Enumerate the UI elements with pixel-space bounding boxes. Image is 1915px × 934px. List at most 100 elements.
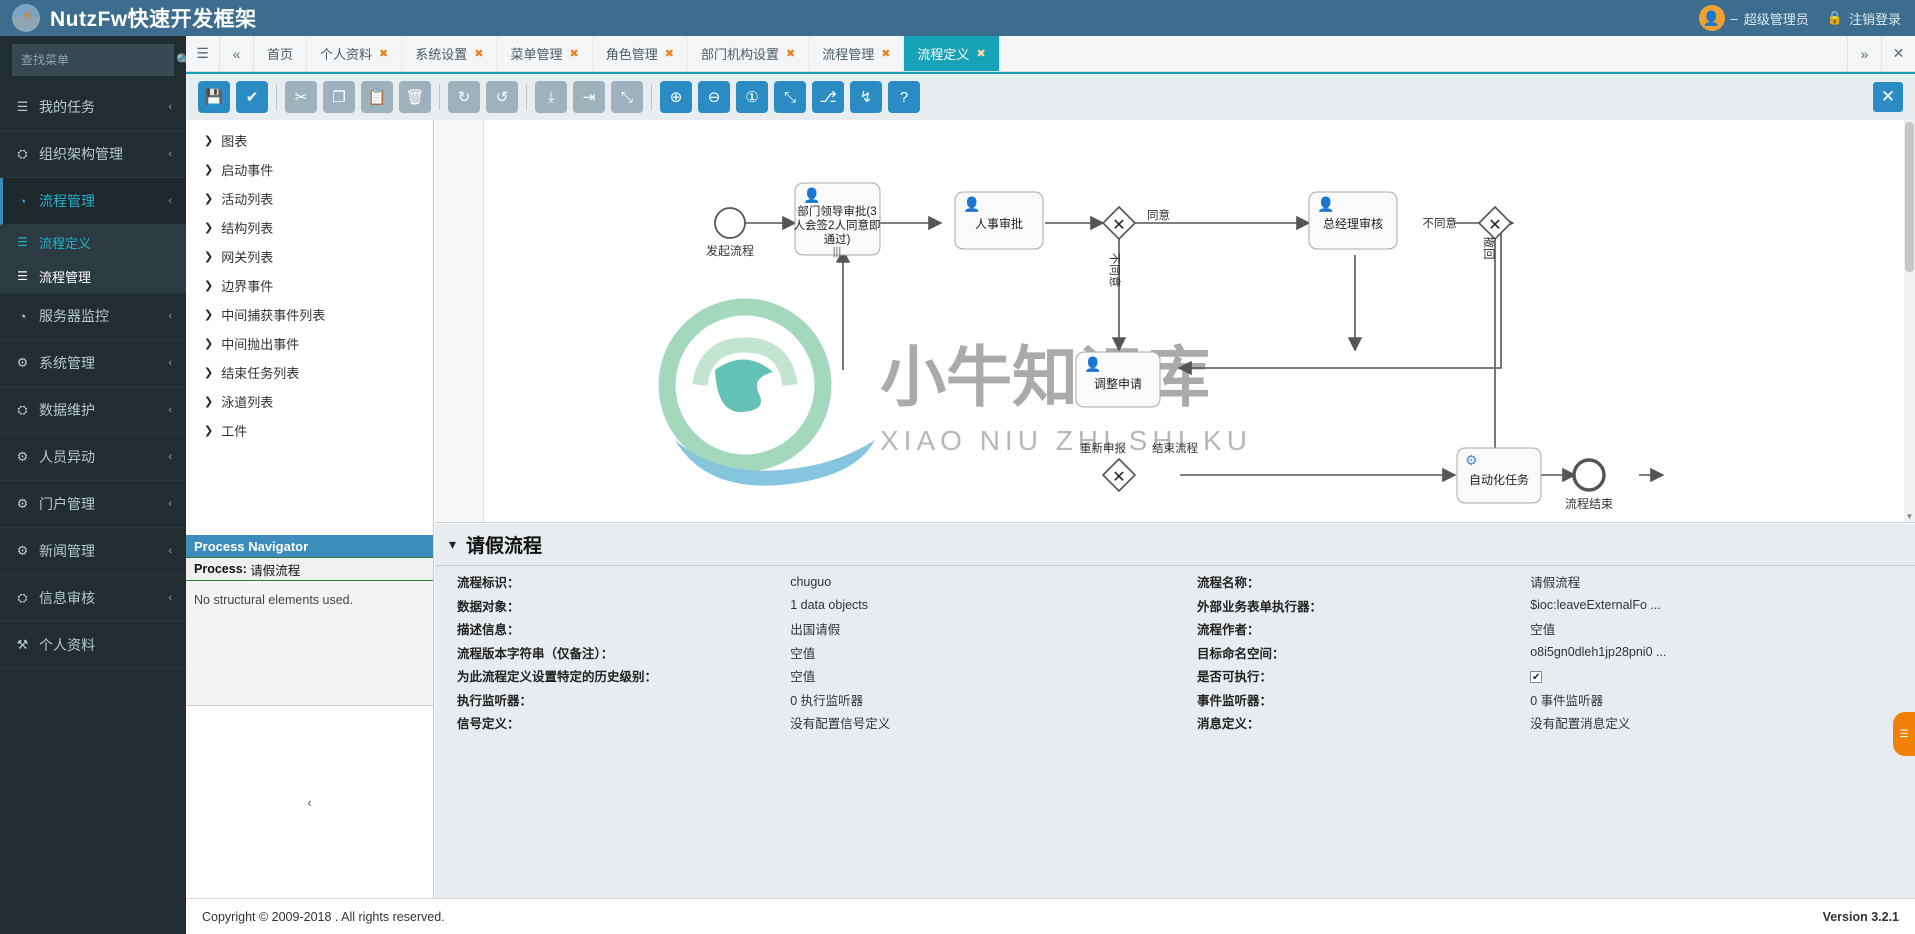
tab-4[interactable]: 角色管理 ✖ [593, 36, 688, 71]
tabs-scroll-right-button[interactable]: » [1847, 36, 1881, 71]
tab-1[interactable]: 个人资料 ✖ [307, 36, 403, 71]
sidebar-item-5[interactable]: ⛭ 数据维护 ‹ [0, 387, 186, 434]
morph-button[interactable]: ⎇ [812, 81, 844, 113]
search-input[interactable] [21, 53, 176, 67]
tab-6[interactable]: 流程管理 ✖ [809, 36, 905, 71]
zoom-fit-button[interactable]: ⤡ [774, 81, 806, 113]
sidebar-item-0[interactable]: ☰ 我的任务 ‹ [0, 84, 186, 131]
sidebar-item-3[interactable]: ◔ 服务器监控 ‹ [0, 293, 186, 340]
property-value[interactable]: 空值 [1530, 619, 1915, 638]
property-value[interactable]: chuguo [790, 575, 1175, 589]
chevron-right-icon[interactable]: ❯ [204, 337, 213, 350]
canvas-scroll-thumb[interactable] [1905, 122, 1914, 272]
properties-header[interactable]: ▾ 请假流程 [435, 524, 1915, 566]
node-gateway-2[interactable]: ✕ [1477, 205, 1513, 241]
bpmn-canvas[interactable]: 小牛知识库 XIAO NIU ZHI SHI KU 发起流程 👤 部门领导审批(… [435, 120, 1915, 523]
palette-tree-item-3[interactable]: ❯ 结构列表 [186, 213, 433, 242]
zoom-actual-button[interactable]: ① [736, 81, 768, 113]
align-horizontal-button[interactable]: ⇥ [573, 81, 605, 113]
sidebar-item-6[interactable]: ⚙ 人员异动 ‹ [0, 434, 186, 481]
tabs-close-all-button[interactable]: ✕ [1881, 36, 1915, 71]
palette-tree-item-7[interactable]: ❯ 中间抛出事件 [186, 329, 433, 358]
sidebar-item-8[interactable]: ⚙ 新闻管理 ‹ [0, 528, 186, 575]
validate-button[interactable]: ✔ [236, 81, 268, 113]
redo-button[interactable]: ↻ [448, 81, 480, 113]
property-value[interactable]: 请假流程 [1530, 572, 1915, 591]
tabs-scroll-left-button[interactable]: « [220, 36, 254, 71]
tab-close-icon[interactable]: ✖ [665, 47, 674, 60]
palette-tree-item-1[interactable]: ❯ 启动事件 [186, 155, 433, 184]
feedback-badge[interactable]: ☰ [1893, 712, 1915, 756]
chevron-right-icon[interactable]: ❯ [204, 192, 213, 205]
node-end-event[interactable] [1572, 458, 1606, 492]
tab-close-icon[interactable]: ✖ [976, 47, 985, 60]
sidebar-item-2[interactable]: ◔ 流程管理 ‹ [0, 178, 186, 225]
tab-0[interactable]: 首页 [254, 36, 308, 71]
flow-button[interactable]: ↯ [850, 81, 882, 113]
tab-close-icon[interactable]: ✖ [881, 47, 890, 60]
sidebar-subitem-0[interactable]: ☰ 流程定义 [0, 225, 186, 259]
chevron-right-icon[interactable]: ❯ [204, 395, 213, 408]
property-value[interactable]: 空值 [790, 643, 1175, 662]
tab-7[interactable]: 流程定义 ✖ [904, 36, 1000, 71]
search-box[interactable]: 🔍 [12, 44, 191, 76]
tab-close-icon[interactable]: ✖ [379, 47, 388, 60]
chevron-right-icon[interactable]: ❯ [204, 279, 213, 292]
logout-button[interactable]: 🔒 注销登录 [1827, 9, 1901, 28]
chevron-right-icon[interactable]: ❯ [204, 366, 213, 379]
save-button[interactable]: 💾 [198, 81, 230, 113]
help-button[interactable]: ? [888, 81, 920, 113]
sidebar-item-4[interactable]: ⚙ 系统管理 ‹ [0, 340, 186, 387]
resize-button[interactable]: ⤡ [611, 81, 643, 113]
zoom-in-button[interactable]: ⊕ [660, 81, 692, 113]
property-value[interactable]: $ioc:leaveExternalFo ... [1530, 598, 1915, 612]
close-editor-button[interactable]: ✕ [1873, 82, 1903, 112]
palette-tree-item-2[interactable]: ❯ 活动列表 [186, 184, 433, 213]
palette-tree-item-6[interactable]: ❯ 中间捕获事件列表 [186, 300, 433, 329]
property-value[interactable]: 出国请假 [790, 619, 1175, 638]
palette-tree-item-5[interactable]: ❯ 边界事件 [186, 271, 433, 300]
align-vertical-button[interactable]: ⤓ [535, 81, 567, 113]
chevron-right-icon[interactable]: ❯ [204, 163, 213, 176]
tab-3[interactable]: 菜单管理 ✖ [497, 36, 593, 71]
canvas-vertical-scrollbar[interactable]: ▲ ▼ [1904, 120, 1915, 522]
property-value[interactable]: ✔ [1530, 669, 1915, 683]
tab-2[interactable]: 系统设置 ✖ [402, 36, 498, 71]
paste-button[interactable]: 📋 [361, 81, 393, 113]
sidebar-item-9[interactable]: ⛭ 信息审核 ‹ [0, 575, 186, 622]
sidebar-item-10[interactable]: ⚒ 个人资料 [0, 622, 186, 669]
sidebar-subitem-1[interactable]: ☰ 流程管理 [0, 259, 186, 293]
chevron-right-icon[interactable]: ❯ [204, 424, 213, 437]
undo-button[interactable]: ↺ [486, 81, 518, 113]
bpmn-diagram[interactable]: 发起流程 👤 部门领导审批(3 人会签2人同意即 通过) ||| 👤 人事审批 … [435, 120, 1915, 520]
cut-button[interactable]: ✂ [285, 81, 317, 113]
copy-button[interactable]: ❐ [323, 81, 355, 113]
property-value[interactable]: 0 事件监听器 [1530, 690, 1915, 709]
hamburger-icon[interactable]: ☰ [186, 36, 220, 71]
property-value[interactable]: o8i5gn0dleh1jp28pni0 ... [1530, 645, 1915, 659]
property-value[interactable]: 没有配置消息定义 [1530, 713, 1915, 732]
chevron-right-icon[interactable]: ❯ [204, 308, 213, 321]
node-gateway-3[interactable]: ✕ [1101, 457, 1137, 493]
executable-checkbox[interactable]: ✔ [1530, 670, 1543, 683]
sidebar-item-7[interactable]: ⚙ 门户管理 ‹ [0, 481, 186, 528]
palette-tree-item-0[interactable]: ❯ 图表 [186, 126, 433, 155]
delete-button[interactable]: 🗑 [399, 81, 431, 113]
user-menu[interactable]: 👤 – 超级管理员 [1698, 5, 1809, 31]
sidebar-item-1[interactable]: ⛭ 组织架构管理 ‹ [0, 131, 186, 178]
chevron-right-icon[interactable]: ❯ [204, 134, 213, 147]
node-gateway-1[interactable]: ✕ [1101, 205, 1137, 241]
zoom-out-button[interactable]: ⊖ [698, 81, 730, 113]
tab-close-icon[interactable]: ✖ [570, 47, 579, 60]
property-value[interactable]: 0 执行监听器 [790, 690, 1175, 709]
property-value[interactable]: 1 data objects [790, 598, 1175, 612]
property-value[interactable]: 空值 [790, 666, 1175, 685]
palette-collapse-button[interactable]: ‹ [186, 705, 433, 898]
palette-tree-item-9[interactable]: ❯ 泳道列表 [186, 387, 433, 416]
node-start-event[interactable] [714, 207, 746, 239]
tab-close-icon[interactable]: ✖ [786, 47, 795, 60]
palette-tree-item-10[interactable]: ❯ 工件 [186, 416, 433, 445]
palette-tree-item-4[interactable]: ❯ 网关列表 [186, 242, 433, 271]
palette-tree-item-8[interactable]: ❯ 结束任务列表 [186, 358, 433, 387]
tab-close-icon[interactable]: ✖ [474, 47, 483, 60]
